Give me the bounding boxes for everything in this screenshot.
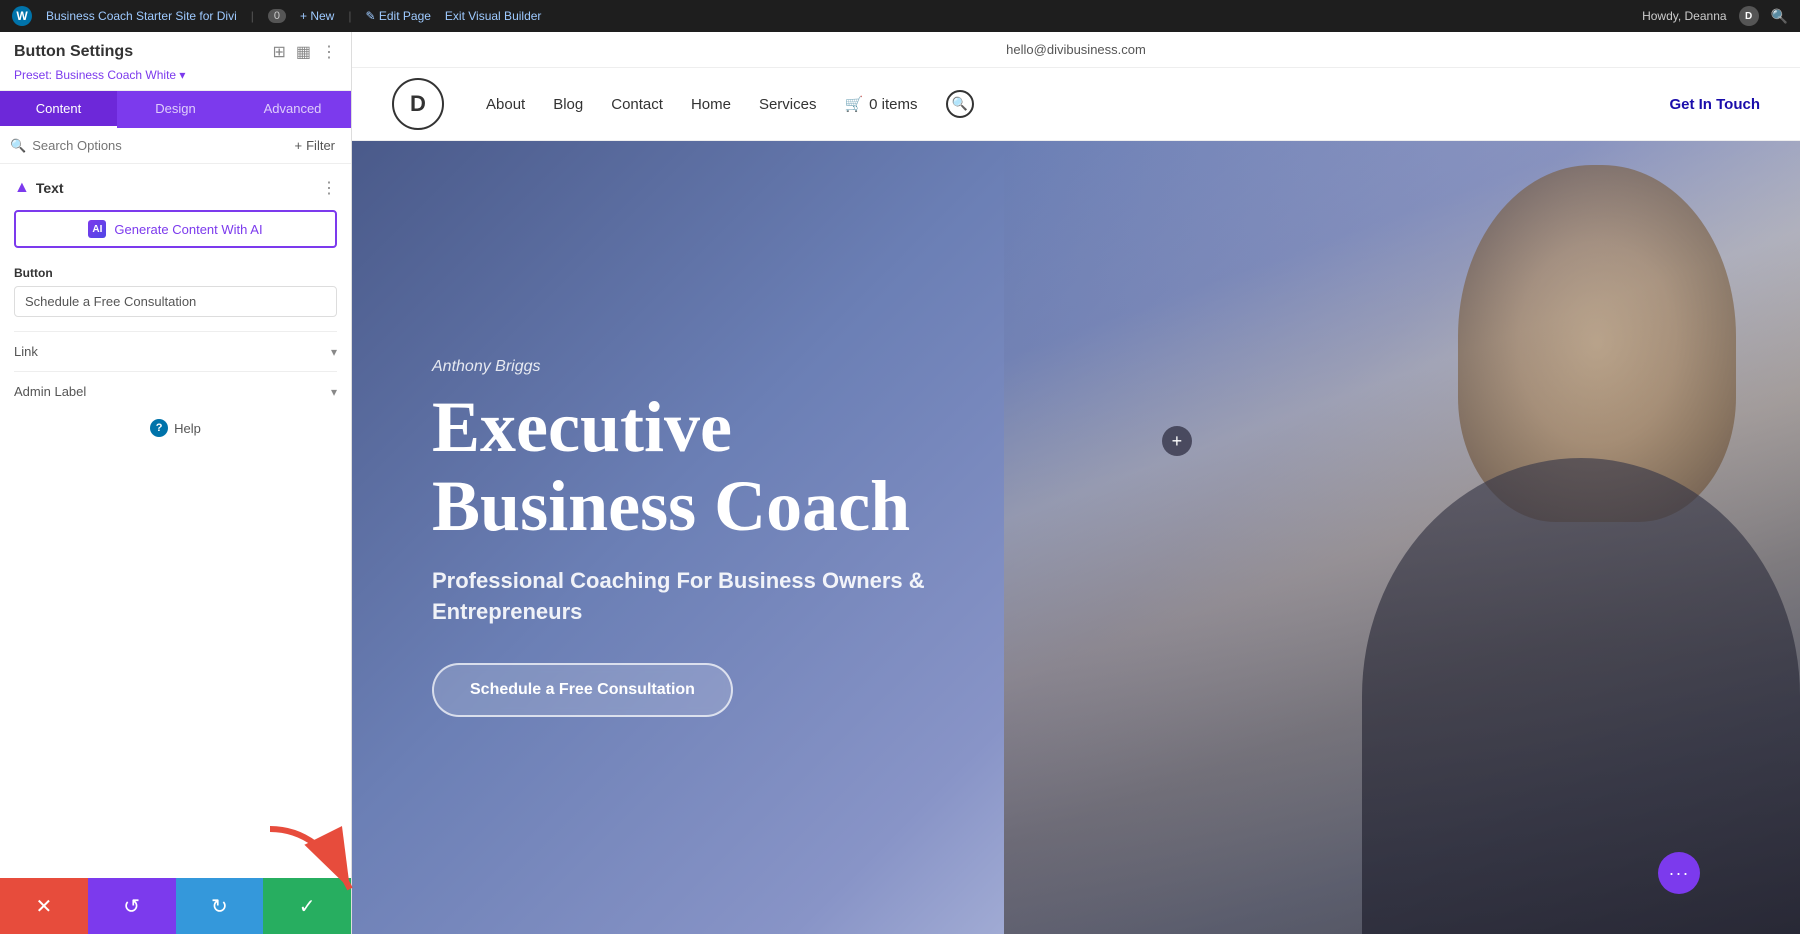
search-icon-nav: 🔍 xyxy=(951,96,967,112)
site-name[interactable]: Business Coach Starter Site for Divi xyxy=(46,9,237,23)
nav-cart[interactable]: 🛒 0 items xyxy=(844,95,917,113)
tab-advanced[interactable]: Advanced xyxy=(234,91,351,128)
filter-label: Filter xyxy=(306,138,335,153)
nav-link-about[interactable]: About xyxy=(486,96,525,113)
redo-icon: ↻ xyxy=(211,894,228,919)
email-bar: hello@divibusiness.com xyxy=(352,32,1800,68)
nav-logo[interactable]: D xyxy=(392,78,444,130)
admin-label-section: Admin Label ▾ xyxy=(14,371,337,411)
help-circle-icon: ? xyxy=(150,419,168,437)
wp-logo-icon[interactable]: W xyxy=(12,6,32,26)
tab-design[interactable]: Design xyxy=(117,91,234,128)
cancel-button[interactable]: ✕ xyxy=(0,878,88,934)
panel-content: ▲ Text ⋮ AI Generate Content With AI But… xyxy=(0,164,351,878)
nav-link-services[interactable]: Services xyxy=(759,96,817,113)
search-icon: 🔍 xyxy=(10,138,26,154)
reset-button[interactable]: ↺ xyxy=(88,878,176,934)
panel-preset[interactable]: Preset: Business Coach White ▾ xyxy=(14,68,185,82)
nav-link-home[interactable]: Home xyxy=(691,96,731,113)
panel-icon-columns[interactable]: ▦ xyxy=(296,42,311,62)
panel-search-bar: 🔍 + Filter xyxy=(0,128,351,164)
exit-builder-button[interactable]: Exit Visual Builder xyxy=(445,9,542,23)
hero-person-image xyxy=(1004,141,1800,934)
edit-page-button[interactable]: ✎ Edit Page xyxy=(365,9,430,23)
nav-bar: D About Blog Contact Home Services 🛒 0 i… xyxy=(352,68,1800,141)
panel-bottom-bar: ✕ ↺ ↻ ✓ xyxy=(0,878,351,934)
hero-section: Anthony Briggs Executive Business Coach … xyxy=(352,141,1800,934)
panel-title: Button Settings xyxy=(14,43,133,61)
help-label: Help xyxy=(174,421,201,436)
admin-search-icon[interactable]: 🔍 xyxy=(1771,8,1788,25)
cart-icon: 🛒 xyxy=(844,95,863,113)
text-section-menu-icon[interactable]: ⋮ xyxy=(321,178,337,198)
nav-link-blog[interactable]: Blog xyxy=(553,96,583,113)
panel-icon-grid[interactable]: ⊞ xyxy=(272,42,285,62)
hero-title: Executive Business Coach xyxy=(432,388,972,546)
dots-menu-button[interactable]: ··· xyxy=(1658,852,1700,894)
help-button[interactable]: ? Help xyxy=(150,411,201,445)
separator: | xyxy=(251,9,254,23)
comment-count[interactable]: 0 xyxy=(268,9,286,23)
person-body xyxy=(1362,458,1800,934)
link-section: Link ▾ xyxy=(14,331,337,371)
text-section-collapse-icon[interactable]: ▲ xyxy=(14,179,30,197)
person-silhouette xyxy=(1004,141,1800,934)
link-chevron-icon: ▾ xyxy=(331,345,337,359)
ai-generate-button[interactable]: AI Generate Content With AI xyxy=(14,210,337,248)
link-section-label: Link xyxy=(14,344,38,359)
nav-cta-button[interactable]: Get In Touch xyxy=(1669,96,1760,113)
panel-header: Button Settings ⊞ ▦ ⋮ Preset: Business C… xyxy=(0,32,351,91)
nav-links: About Blog Contact Home Services 🛒 0 ite… xyxy=(486,90,1637,118)
search-input[interactable] xyxy=(32,138,282,153)
admin-label-section-header[interactable]: Admin Label ▾ xyxy=(14,384,337,399)
new-button[interactable]: + New xyxy=(300,9,334,23)
confirm-button[interactable]: ✓ xyxy=(263,878,351,934)
admin-bar: W Business Coach Starter Site for Divi |… xyxy=(0,0,1800,32)
admin-label-section-label: Admin Label xyxy=(14,384,86,399)
user-avatar[interactable]: D xyxy=(1739,6,1759,26)
email-link[interactable]: hello@divibusiness.com xyxy=(1006,42,1146,57)
nav-link-contact[interactable]: Contact xyxy=(611,96,663,113)
howdy-text: Howdy, Deanna xyxy=(1642,9,1727,23)
redo-button[interactable]: ↻ xyxy=(176,878,264,934)
tab-content[interactable]: Content xyxy=(0,91,117,128)
hero-content: Anthony Briggs Executive Business Coach … xyxy=(352,298,1052,778)
hero-cta-button[interactable]: Schedule a Free Consultation xyxy=(432,663,733,717)
text-section-title: ▲ Text xyxy=(14,179,64,197)
site-preview: hello@divibusiness.com D About Blog Cont… xyxy=(352,32,1800,934)
hero-subtitle: Professional Coaching For Business Owner… xyxy=(432,566,972,628)
reset-icon: ↺ xyxy=(123,894,140,919)
button-text-input[interactable] xyxy=(14,286,337,317)
nav-search-button[interactable]: 🔍 xyxy=(946,90,974,118)
link-section-header[interactable]: Link ▾ xyxy=(14,344,337,359)
hero-author: Anthony Briggs xyxy=(432,358,972,376)
button-field-group: Button xyxy=(14,266,337,317)
text-section-label: Text xyxy=(36,180,64,196)
separator2: | xyxy=(348,9,351,23)
admin-label-chevron-icon: ▾ xyxy=(331,385,337,399)
confirm-icon: ✓ xyxy=(299,894,316,919)
cart-text: 0 items xyxy=(869,96,917,113)
ai-generate-label: Generate Content With AI xyxy=(114,222,262,237)
filter-button[interactable]: + Filter xyxy=(289,136,341,155)
panel-icon-dots[interactable]: ⋮ xyxy=(321,42,337,62)
ai-icon: AI xyxy=(88,220,106,238)
filter-plus-icon: + xyxy=(295,138,303,153)
main-container: Button Settings ⊞ ▦ ⋮ Preset: Business C… xyxy=(0,32,1800,934)
panel-title-icons: ⊞ ▦ ⋮ xyxy=(272,42,337,62)
text-section-header: ▲ Text ⋮ xyxy=(14,178,337,198)
panel-tabs: Content Design Advanced xyxy=(0,91,351,128)
left-panel: Button Settings ⊞ ▦ ⋮ Preset: Business C… xyxy=(0,32,352,934)
button-field-label: Button xyxy=(14,266,337,280)
cancel-icon: ✕ xyxy=(35,894,52,919)
